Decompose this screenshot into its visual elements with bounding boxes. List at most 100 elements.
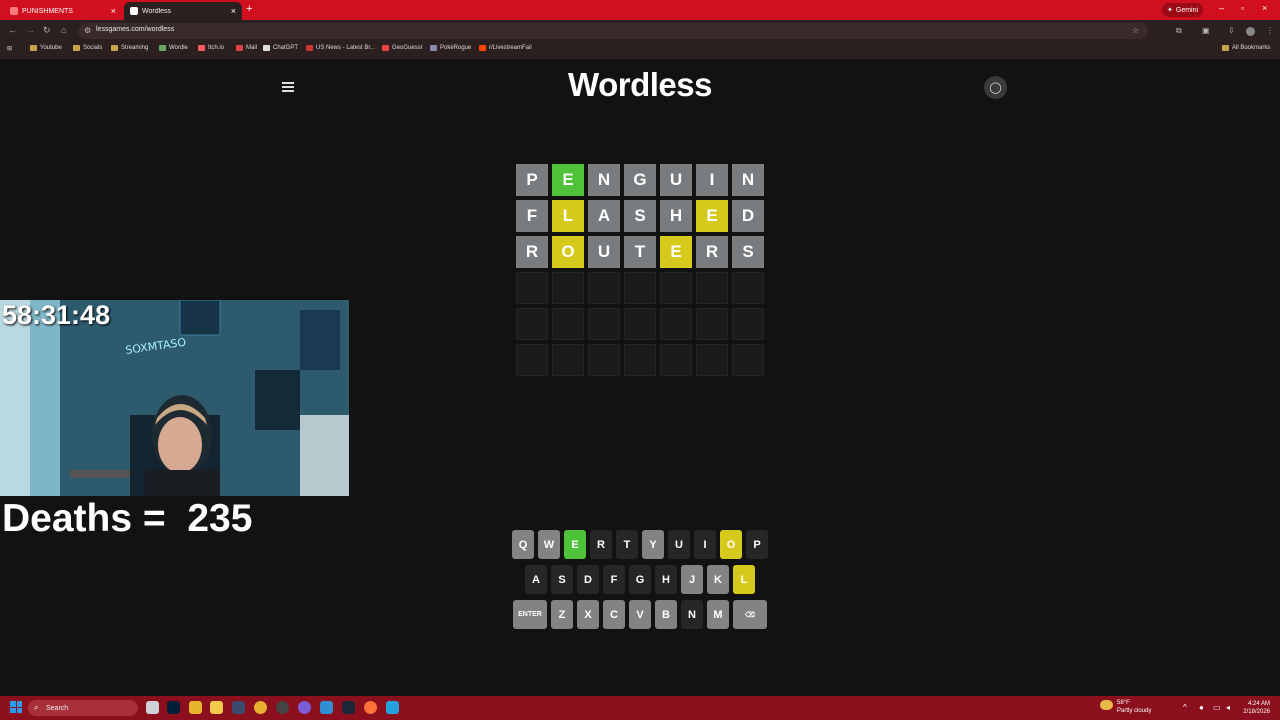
app-icon[interactable]	[189, 701, 202, 714]
more-menu-icon[interactable]: ⋮	[1266, 26, 1274, 35]
key-v[interactable]: V	[629, 600, 651, 629]
windows-start-icon[interactable]	[10, 701, 22, 713]
weather-icon[interactable]	[1100, 700, 1113, 710]
key-m[interactable]: M	[707, 600, 729, 629]
bookmark-item[interactable]: GeoGuessr	[382, 45, 423, 51]
bookmark-item[interactable]: ChatGPT	[263, 45, 298, 51]
tab-wordless[interactable]: Wordless ×	[124, 2, 242, 20]
key-k[interactable]: K	[707, 565, 729, 594]
board-tile	[588, 344, 620, 376]
key-r[interactable]: R	[590, 530, 612, 559]
bookmark-label: US News - Latest Br...	[316, 45, 376, 51]
key-q[interactable]: Q	[512, 530, 534, 559]
chrome-icon[interactable]	[254, 701, 267, 714]
sidebar-icon[interactable]: ▣	[1202, 26, 1210, 35]
key-n[interactable]: N	[681, 600, 703, 629]
speaker-icon[interactable]: ◂	[1226, 703, 1230, 712]
extensions-icon[interactable]: ⧉	[1176, 26, 1182, 36]
task-view-icon[interactable]	[146, 701, 159, 714]
bookmark-item[interactable]: Socials	[73, 45, 102, 51]
board-row: FLASHED	[516, 200, 765, 232]
stream-timer: 58:31:48	[2, 300, 111, 330]
key-l[interactable]: L	[733, 565, 755, 594]
forward-button[interactable]: →	[26, 25, 35, 35]
system-clock[interactable]: 4:24 AM 2/18/2026	[1236, 700, 1270, 716]
board-tile	[660, 308, 692, 340]
bookmark-star-icon[interactable]: ☆	[1132, 26, 1139, 35]
profile-button[interactable]: ◯	[984, 76, 1007, 99]
close-window-button[interactable]: ×	[1262, 3, 1267, 13]
close-tab-icon[interactable]: ×	[231, 6, 236, 16]
key-j[interactable]: J	[681, 565, 703, 594]
bookmark-item[interactable]: r/LivestreamFail	[479, 45, 532, 51]
board-tile	[624, 308, 656, 340]
key-c[interactable]: C	[603, 600, 625, 629]
all-bookmarks[interactable]: All Bookmarks	[1222, 45, 1270, 51]
bookmark-item[interactable]: Wordle	[159, 45, 188, 51]
chevron-up-icon[interactable]: ^	[1183, 703, 1187, 712]
folder-icon	[30, 45, 37, 51]
bookmark-item[interactable]: Itch.io	[198, 45, 224, 51]
backspace-key[interactable]: ⌫	[733, 600, 767, 629]
key-f[interactable]: F	[603, 565, 625, 594]
bookmark-label: Itch.io	[208, 45, 225, 51]
bookmark-item[interactable]: Mail	[236, 45, 257, 51]
microphone-icon[interactable]: ●	[1199, 703, 1204, 712]
key-t[interactable]: T	[616, 530, 638, 559]
downloads-icon[interactable]: ⇩	[1228, 26, 1235, 35]
key-u[interactable]: U	[668, 530, 690, 559]
key-e[interactable]: E	[564, 530, 586, 559]
app-icon[interactable]	[386, 701, 399, 714]
app-icon[interactable]	[232, 701, 245, 714]
key-y[interactable]: Y	[642, 530, 664, 559]
app-icon[interactable]	[320, 701, 333, 714]
bookmark-label: Youtube	[40, 45, 62, 51]
board-tile	[732, 272, 764, 304]
gemini-button[interactable]: ✦ Gemini	[1162, 3, 1204, 17]
bookmark-item[interactable]: US News - Latest Br...	[306, 45, 375, 51]
bookmark-label: ChatGPT	[273, 45, 299, 51]
home-button[interactable]: ⌂	[61, 25, 66, 35]
profile-avatar-icon[interactable]	[1246, 27, 1255, 36]
key-i[interactable]: I	[694, 530, 716, 559]
key-s[interactable]: S	[551, 565, 573, 594]
key-h[interactable]: H	[655, 565, 677, 594]
board-tile	[732, 344, 764, 376]
firefox-icon[interactable]	[364, 701, 377, 714]
key-g[interactable]: G	[629, 565, 651, 594]
enter-key[interactable]: ENTER	[513, 600, 547, 629]
discord-icon[interactable]	[298, 701, 311, 714]
new-tab-button[interactable]: +	[246, 3, 252, 15]
monitor-icon[interactable]: ▭	[1213, 703, 1221, 712]
key-d[interactable]: D	[577, 565, 599, 594]
board-tile: U	[660, 164, 692, 196]
key-z[interactable]: Z	[551, 600, 573, 629]
steam-icon[interactable]	[342, 701, 355, 714]
hamburger-menu-icon[interactable]	[282, 82, 294, 92]
apps-grid-icon[interactable]: ⊞	[7, 45, 12, 52]
site-info-icon[interactable]: ⚙	[84, 26, 91, 35]
photoshop-icon[interactable]	[167, 701, 180, 714]
weather-widget[interactable]: 58°F Partly cloudy	[1117, 699, 1151, 715]
file-explorer-icon[interactable]	[210, 701, 223, 714]
address-bar[interactable]	[78, 23, 1148, 39]
maximize-button[interactable]: ▫	[1241, 3, 1244, 13]
bookmark-label: Wordle	[169, 45, 188, 51]
taskbar-search[interactable]: ⌕ Search	[28, 700, 138, 716]
key-b[interactable]: B	[655, 600, 677, 629]
key-p[interactable]: P	[746, 530, 768, 559]
bookmark-item[interactable]: PokéRogue	[430, 45, 471, 51]
board-tile: D	[732, 200, 764, 232]
key-w[interactable]: W	[538, 530, 560, 559]
back-button[interactable]: ←	[8, 25, 17, 35]
key-a[interactable]: A	[525, 565, 547, 594]
obs-icon[interactable]	[276, 701, 289, 714]
bookmark-item[interactable]: Youtube	[30, 45, 62, 51]
close-tab-icon[interactable]: ×	[111, 6, 116, 16]
reload-button[interactable]: ↻	[43, 25, 51, 36]
key-x[interactable]: X	[577, 600, 599, 629]
tab-punishments[interactable]: PUNISHMENTS ×	[4, 2, 122, 20]
key-o[interactable]: O	[720, 530, 742, 559]
minimize-button[interactable]: –	[1219, 3, 1224, 13]
bookmark-item[interactable]: Streaming	[111, 45, 148, 51]
